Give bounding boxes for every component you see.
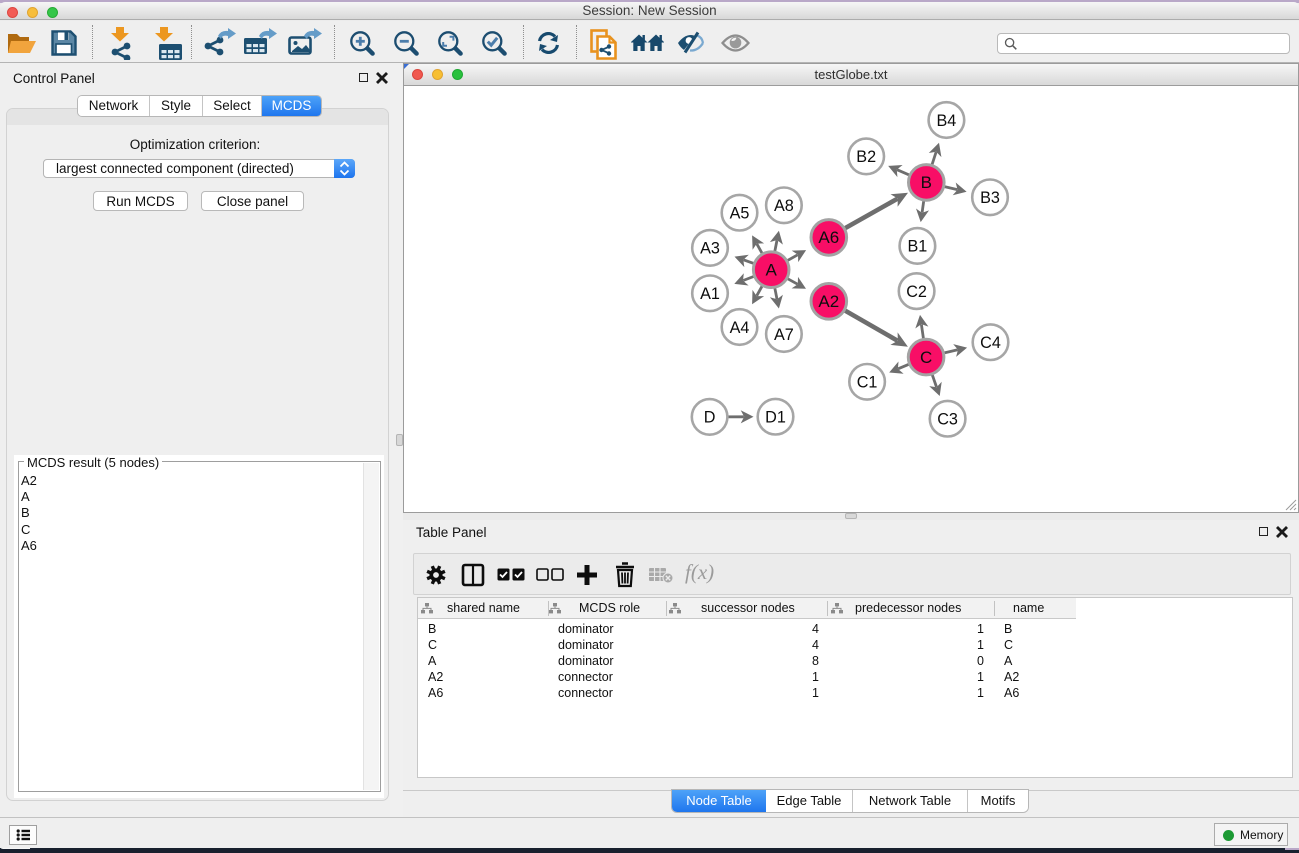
svg-text:A6: A6 [818, 228, 839, 247]
svg-text:A7: A7 [774, 326, 794, 344]
svg-text:C3: C3 [937, 411, 958, 429]
svg-text:B4: B4 [936, 112, 956, 130]
svg-text:A8: A8 [774, 197, 794, 215]
svg-text:D: D [704, 409, 716, 427]
svg-text:C4: C4 [980, 334, 1001, 352]
svg-text:D1: D1 [765, 409, 786, 427]
svg-text:C2: C2 [906, 283, 927, 301]
svg-text:C: C [920, 348, 932, 367]
svg-text:B3: B3 [980, 189, 1000, 207]
svg-text:A3: A3 [700, 240, 720, 258]
svg-text:A4: A4 [730, 319, 750, 337]
svg-text:A1: A1 [700, 285, 720, 303]
svg-text:C1: C1 [857, 374, 878, 392]
svg-text:A: A [766, 261, 778, 280]
svg-text:B: B [921, 173, 932, 192]
svg-text:A5: A5 [730, 205, 750, 223]
svg-text:B2: B2 [856, 148, 876, 166]
svg-text:A2: A2 [818, 292, 839, 311]
svg-text:B1: B1 [907, 238, 927, 256]
